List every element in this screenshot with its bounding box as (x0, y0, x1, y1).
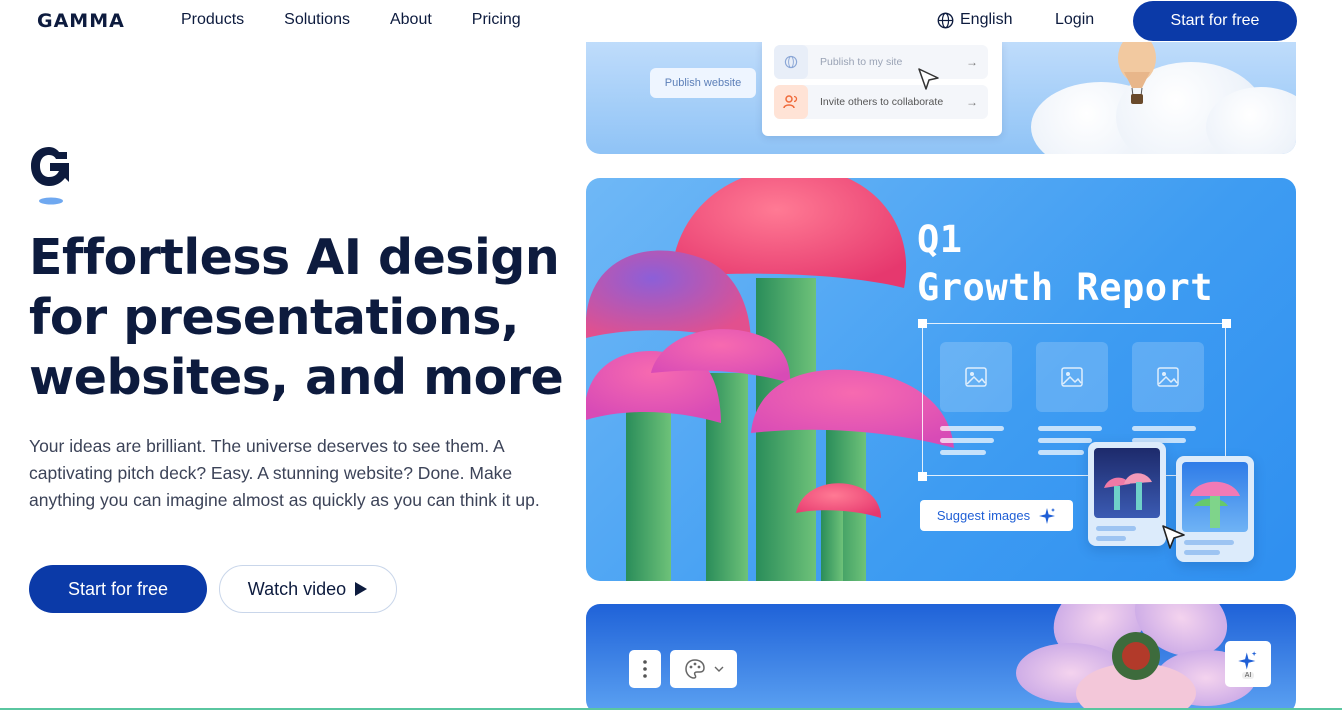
image-icon (965, 367, 987, 387)
publish-website-button[interactable]: Publish website (650, 68, 756, 98)
nav-products[interactable]: Products (181, 11, 244, 29)
growth-report-title: Q1 Growth Report (917, 216, 1213, 312)
gamma-g-mark-icon (31, 147, 69, 205)
menu-item-invite[interactable]: Invite others to collaborate → (774, 85, 988, 119)
cursor-icon (1162, 525, 1185, 549)
ai-assist-button[interactable]: AI (1225, 641, 1271, 687)
suggested-image (1182, 462, 1248, 532)
resize-handle[interactable] (918, 472, 927, 481)
chevron-down-icon (714, 666, 723, 672)
text-line (1096, 526, 1136, 531)
ai-badge: AI (1241, 671, 1255, 679)
mushroom-illustration (586, 178, 954, 581)
nav-pricing[interactable]: Pricing (472, 11, 521, 29)
image-placeholder[interactable] (940, 342, 1012, 412)
suggested-image (1094, 448, 1160, 518)
top-nav: GAMMA Products Solutions About Pricing E… (0, 0, 1342, 42)
showcase-card-growth-report: Q1 Growth Report Suggest images (586, 178, 1296, 581)
showcase-card-publish: Publish website Publish to my site → Inv… (586, 42, 1296, 154)
title-line-2: Growth Report (917, 266, 1214, 309)
hero-subtext: Your ideas are brilliant. The universe d… (29, 436, 540, 510)
arrow-right-icon: → (966, 55, 978, 69)
menu-item-publish-site[interactable]: Publish to my site → (774, 45, 988, 79)
text-line (1038, 450, 1084, 455)
hero-start-free-button[interactable]: Start for free (29, 565, 207, 613)
title-line-1: Q1 (917, 218, 963, 261)
hot-air-balloon-image (1118, 42, 1156, 104)
language-selector[interactable]: English (937, 11, 1012, 29)
sparkle-icon (1238, 650, 1257, 670)
image-suggestion-card[interactable] (1088, 442, 1166, 546)
nav-start-free-button[interactable]: Start for free (1133, 1, 1297, 41)
arrow-right-icon: → (966, 95, 978, 109)
cursor-icon (918, 68, 939, 90)
suggest-images-button[interactable]: Suggest images (920, 500, 1073, 531)
image-icon (1061, 367, 1083, 387)
headline-line-2: for presentations, (29, 289, 520, 346)
text-line (940, 438, 994, 443)
text-line (940, 426, 1004, 431)
image-placeholder[interactable] (1036, 342, 1108, 412)
text-line (1184, 550, 1220, 555)
nav-links: Products Solutions About Pricing (181, 11, 521, 29)
globe-icon (937, 12, 954, 28)
suggest-images-label: Suggest images (936, 508, 1031, 523)
menu-item-label: Publish to my site (820, 56, 903, 68)
showcase-card-editor: AI (586, 604, 1296, 710)
watch-video-button[interactable]: Watch video (219, 565, 397, 613)
more-options-button[interactable] (629, 650, 661, 688)
text-line (1038, 438, 1092, 443)
hero-headline: Effortless AI design for presentations, … (29, 228, 569, 408)
nav-solutions[interactable]: Solutions (284, 11, 350, 29)
publish-menu: Publish to my site → Invite others to co… (762, 42, 1002, 136)
login-link[interactable]: Login (1055, 11, 1094, 29)
gamma-logo[interactable]: GAMMA (37, 10, 125, 32)
theme-picker-button[interactable] (670, 650, 737, 688)
menu-item-label: Invite others to collaborate (820, 96, 944, 108)
kebab-menu-icon (643, 660, 647, 678)
resize-handle[interactable] (1222, 319, 1231, 328)
text-line (1132, 426, 1196, 431)
resize-handle[interactable] (918, 319, 927, 328)
headline-line-3: websites, and more (29, 349, 564, 406)
watch-video-label: Watch video (247, 578, 347, 599)
users-icon (774, 85, 808, 119)
sparkle-icon (1039, 507, 1056, 524)
headline-line-1: Effortless AI design (29, 229, 560, 286)
globe-icon (774, 45, 808, 79)
nav-about[interactable]: About (390, 11, 432, 29)
text-line (1038, 426, 1102, 431)
play-icon (355, 582, 368, 596)
palette-icon (684, 659, 705, 679)
language-label: English (960, 11, 1013, 28)
text-line (1184, 540, 1234, 545)
image-icon (1157, 367, 1179, 387)
text-line (940, 450, 986, 455)
text-line (1096, 536, 1126, 541)
image-placeholder[interactable] (1132, 342, 1204, 412)
